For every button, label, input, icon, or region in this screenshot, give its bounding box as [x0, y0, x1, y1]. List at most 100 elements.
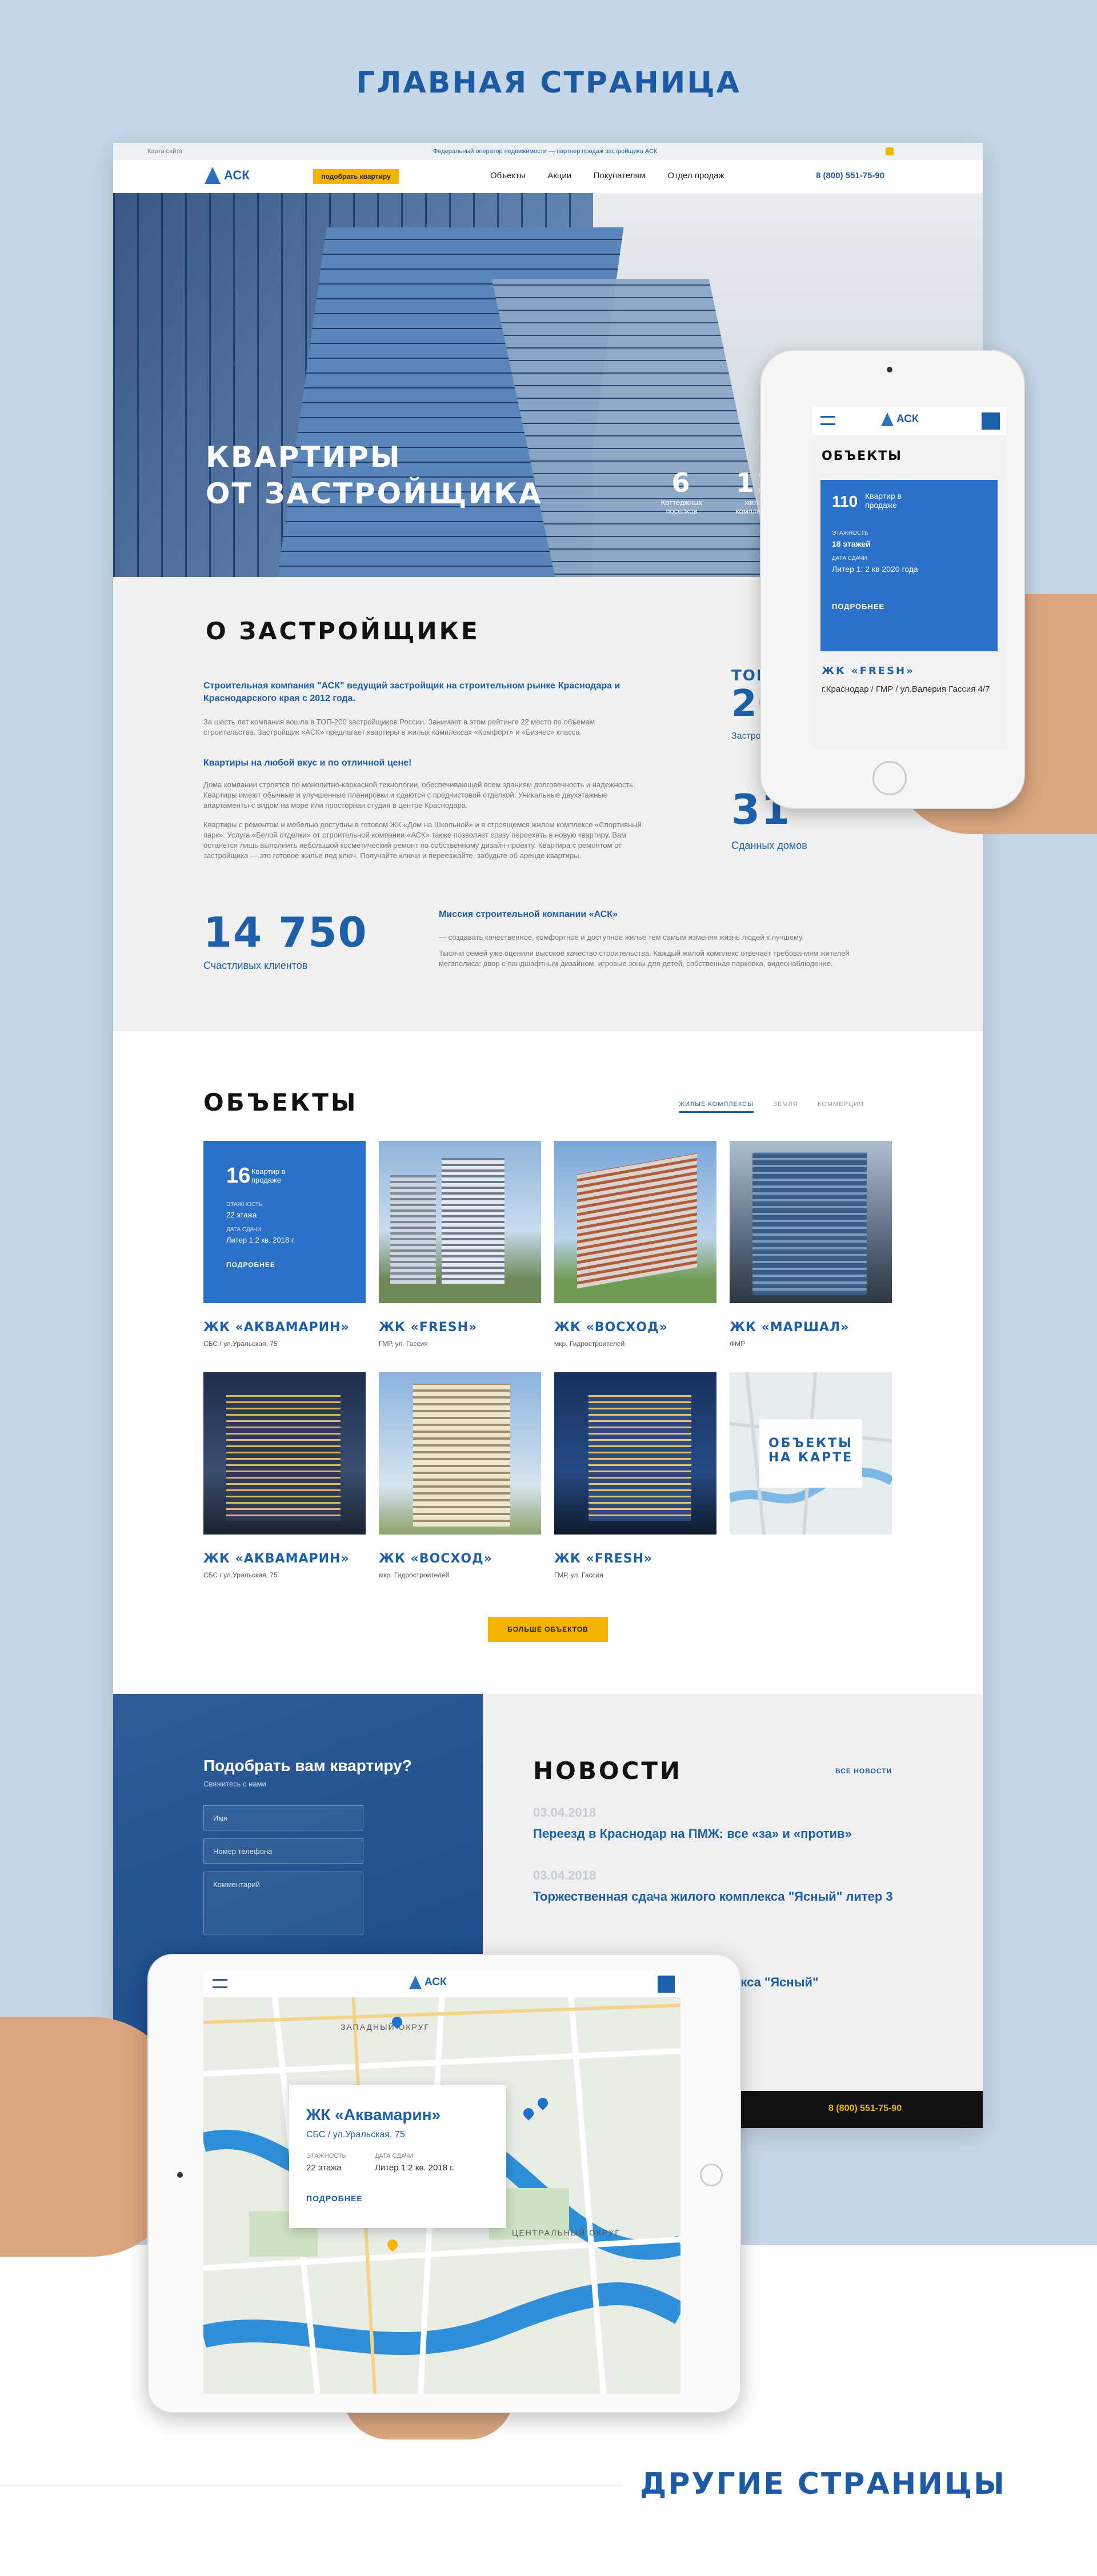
news-title: НОВОСТИ	[533, 1757, 683, 1785]
objects-tabs: ЖИЛЫЕ КОМПЛЕКСЫ ЗЕМЛЯ КОММЕРЦИЯ	[662, 1099, 864, 1113]
feature-date-label: ДАТА СДАЧИ	[226, 1227, 262, 1233]
tablet-card-addr: СБС / ул.Уральская, 75	[306, 2130, 405, 2140]
news-date-1: 03.04.2018	[533, 1805, 596, 1820]
houses-label: Сданных домов	[731, 840, 807, 851]
object-addr-6: мкр. Гидростроителей	[379, 1571, 450, 1579]
name-field[interactable]: Имя	[203, 1805, 363, 1830]
top-bar: Карта сайта Федеральный оператор недвижи…	[113, 143, 983, 160]
object-image-marshal[interactable]	[730, 1141, 892, 1303]
header-phone[interactable]: 8 (800) 551-75-90	[816, 171, 884, 181]
object-title-5[interactable]: ЖК «АКВАМАРИН»	[203, 1552, 350, 1566]
phone-object-title[interactable]: ЖК «FRESH»	[822, 665, 915, 677]
object-addr-4: ФМР	[730, 1340, 746, 1348]
about-text-1: За шесть лет компания вошла в ТОП-200 за…	[203, 718, 595, 736]
object-image-akvamarin[interactable]	[203, 1372, 366, 1535]
phone-logo: АСК	[881, 412, 919, 426]
phone-floors: 18 этажей	[832, 539, 871, 548]
clients-label: Счастливых клиентов	[203, 960, 308, 971]
footer-phone[interactable]: 8 (800) 551-75-90	[828, 2104, 902, 2114]
phone-more-link[interactable]: ПОДРОБНЕЕ	[832, 602, 884, 611]
logo[interactable]: АСК	[205, 167, 250, 184]
tablet-home-button[interactable]	[700, 2164, 723, 2186]
object-image-fresh[interactable]	[379, 1141, 541, 1303]
tablet-more-link[interactable]: ПОДРОБНЕЕ	[306, 2194, 363, 2203]
other-pages-heading: ДРУГИЕ СТРАНИЦЫ	[640, 2467, 1006, 2501]
about-title: О ЗАСТРОЙЩИКЕ	[206, 617, 480, 645]
tablet-call-icon[interactable]	[658, 1976, 675, 1993]
feature-date: Литер 1:2 кв. 2018 г.	[226, 1236, 295, 1244]
map-label-west: ЗАПАДНЫЙ ОКРУГ	[341, 2022, 430, 2032]
nav-promotions[interactable]: Акции	[547, 171, 571, 181]
object-title-6[interactable]: ЖК «ВОСХОД»	[379, 1552, 493, 1566]
phone-header: АСК	[812, 407, 1007, 435]
menu-icon[interactable]	[820, 416, 835, 425]
nav-buyers[interactable]: Покупателям	[594, 171, 646, 181]
phone-card-label: Квартир в продаже	[865, 491, 902, 510]
map-label-center: ЦЕНТРАЛЬНЫЙ ОКРУГ	[512, 2228, 620, 2237]
object-image-voskhod[interactable]	[554, 1141, 716, 1303]
partner-text: Федеральный оператор недвижимости — парт…	[433, 148, 658, 155]
more-objects-button[interactable]: БОЛЬШЕ ОБЪЕКТОВ	[488, 1617, 608, 1642]
object-title-3[interactable]: ЖК «ВОСХОД»	[554, 1320, 668, 1335]
logo-text: АСК	[224, 168, 250, 182]
comment-field[interactable]: Комментарий	[203, 1872, 363, 1934]
tablet-floors: 22 этажа	[306, 2163, 342, 2173]
tablet-date: Литер 1:2 кв. 2018 г.	[375, 2163, 455, 2173]
object-card-featured[interactable]: 16 Квартир в продаже ЭТАЖНОСТЬ 22 этажа …	[203, 1141, 366, 1303]
feature-floors: 22 этажа	[226, 1211, 257, 1219]
object-image-fresh-2[interactable]	[554, 1372, 716, 1535]
objects-map-card[interactable]: ОБЪЕКТЫ НА КАРТЕ	[730, 1372, 892, 1535]
object-title-4[interactable]: ЖК «МАРШАЛ»	[730, 1320, 850, 1335]
object-title-7[interactable]: ЖК «FRESH»	[554, 1552, 652, 1566]
site-header: АСК подобрать квартиру Объекты Акции Пок…	[113, 160, 983, 194]
objects-title: ОБЪЕКТЫ	[203, 1088, 358, 1116]
phone-object-addr: г.Краснодар / ГМР / ул.Валерия Гассия 4/…	[822, 684, 990, 694]
news-title-1[interactable]: Переезд в Краснодар на ПМЖ: все «за» и «…	[533, 1825, 899, 1842]
object-title-2[interactable]: ЖК «FRESH»	[379, 1320, 477, 1335]
mission-text-1: — создавать качественное, комфортное и д…	[439, 933, 804, 942]
tab-commercial[interactable]: КОММЕРЦИЯ	[818, 1101, 864, 1111]
tablet-floors-label: ЭТАЖНОСТЬ	[306, 2153, 346, 2160]
news-title-2[interactable]: Торжественная сдача жилого комплекса "Яс…	[533, 1888, 899, 1905]
tablet-header: АСК	[203, 1971, 680, 1997]
object-addr-3: мкр. Гидростроителей	[554, 1340, 625, 1348]
phone-field[interactable]: Номер телефона	[203, 1838, 363, 1864]
tablet-menu-icon[interactable]	[213, 1979, 227, 1988]
object-addr-5: СБС / ул.Уральская, 75	[203, 1571, 278, 1579]
phone-date: Литер 1: 2 кв 2020 года	[832, 564, 918, 574]
phone-floors-label: ЭТАЖНОСТЬ	[832, 530, 868, 536]
feature-label: Квартир в продаже	[251, 1167, 286, 1184]
feature-num: 16	[226, 1164, 251, 1188]
mission-text-2: Тысячи семей уже оценили высокое качеств…	[439, 949, 850, 968]
tablet-object-card[interactable]: ЖК «Аквамарин» СБС / ул.Уральская, 75 ЭТ…	[289, 2085, 506, 2228]
news-date-2: 03.04.2018	[533, 1868, 596, 1882]
phone-date-label: ДАТА СДАЧИ	[832, 555, 867, 562]
sitemap-link[interactable]: Карта сайта	[147, 148, 182, 155]
object-image-voskhod-2[interactable]	[379, 1372, 541, 1535]
feature-more-link[interactable]: ПОДРОБНЕЕ	[226, 1261, 275, 1269]
tab-residential[interactable]: ЖИЛЫЕ КОМПЛЕКСЫ	[679, 1101, 754, 1113]
feature-floors-label: ЭТАЖНОСТЬ	[226, 1201, 263, 1208]
home-button[interactable]	[872, 761, 907, 795]
object-addr-7: ГМР, ул. Гассия	[554, 1571, 603, 1579]
logo-icon	[205, 167, 221, 184]
object-addr-1: СБС / ул.Уральская, 75	[203, 1340, 278, 1348]
object-title-1[interactable]: ЖК «АКВАМАРИН»	[203, 1320, 350, 1335]
nav-objects[interactable]: Объекты	[490, 171, 526, 181]
phone-card-num: 110	[832, 492, 858, 510]
phone-section-title: ОБЪЕКТЫ	[822, 449, 902, 463]
tab-land[interactable]: ЗЕМЛЯ	[773, 1101, 798, 1111]
phone-screen: АСК ОБЪЕКТЫ 110 Квартир в продаже ЭТАЖНО…	[812, 407, 1007, 750]
form-title: Подобрать вам квартиру?	[203, 1757, 412, 1774]
form-subtitle: Свяжитесь с нами	[203, 1780, 266, 1788]
all-news-link[interactable]: ВСЕ НОВОСТИ	[835, 1767, 892, 1775]
call-icon[interactable]	[982, 412, 1000, 430]
about-text-3: Квартиры с ремонтом и мебелью доступны в…	[203, 820, 642, 860]
tablet-logo: АСК	[409, 1976, 447, 1989]
mission-title: Миссия строительной компании «АСК»	[439, 910, 618, 919]
about-lead: Строительная компания "АСК" ведущий заст…	[203, 681, 620, 703]
nav-sales[interactable]: Отдел продаж	[667, 171, 724, 181]
phone-object-card[interactable]: 110 Квартир в продаже ЭТАЖНОСТЬ 18 этаже…	[820, 480, 998, 651]
about-text-2: Дома компании строятся по монолитно-карк…	[203, 780, 635, 810]
pick-apartment-button[interactable]: подобрать квартиру	[313, 169, 399, 184]
